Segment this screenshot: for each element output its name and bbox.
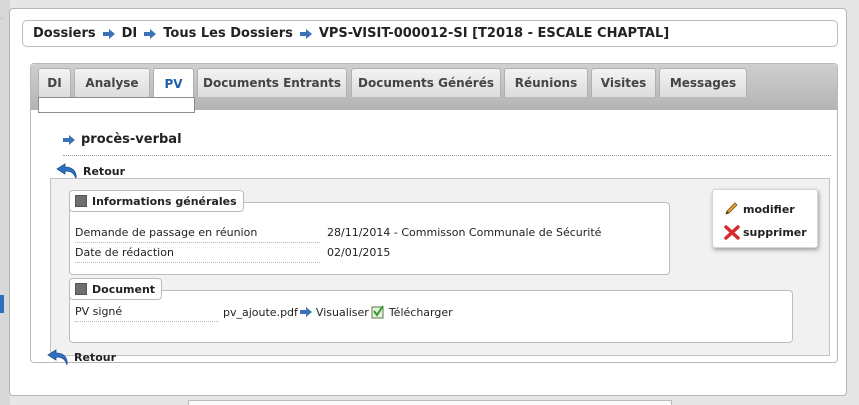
- tab-di[interactable]: DI: [38, 68, 71, 97]
- tab-analyse[interactable]: Analyse: [74, 68, 150, 97]
- dossier-dialog: Dossiers DI Tous Les Dossiers VPS-VISIT-…: [9, 8, 847, 396]
- selected-nav-indicator: [0, 295, 4, 313]
- retour-label: Retour: [83, 165, 126, 178]
- pencil-icon: [725, 202, 738, 215]
- telecharger-label: Télécharger: [388, 305, 453, 319]
- arrow-right-icon: [102, 28, 115, 39]
- download-icon: [371, 305, 384, 319]
- label-pv-signe: PV signé: [75, 305, 219, 322]
- legend-document[interactable]: Document: [69, 278, 163, 300]
- section-divider: [63, 155, 831, 156]
- value-date-redaction: 02/01/2015: [327, 246, 391, 259]
- visualiser-label: Visualiser: [315, 305, 369, 319]
- supprimer-label: supprimer: [743, 226, 807, 239]
- section-title: procès-verbal: [63, 132, 182, 147]
- tab-documents-generes[interactable]: Documents Générés: [351, 68, 501, 97]
- breadcrumb-item-di[interactable]: DI: [122, 26, 138, 41]
- tab-messages[interactable]: Messages: [659, 68, 747, 97]
- arrow-right-icon: [299, 28, 312, 39]
- arrow-right-icon: [63, 134, 75, 145]
- edge-divider: [0, 18, 4, 19]
- tab-reunions[interactable]: Réunions: [504, 68, 588, 97]
- tabs-header: DI Analyse PV Documents Entrants Documen…: [31, 64, 837, 113]
- tab-visites[interactable]: Visites: [591, 68, 656, 97]
- breadcrumb-item-current-dossier: VPS-VISIT-000012-SI [T2018 - ESCALE CHAP…: [318, 26, 670, 41]
- tabs-panel: DI Analyse PV Documents Entrants Documen…: [30, 63, 838, 363]
- collapse-toggle-icon: [75, 283, 87, 295]
- modifier-label: modifier: [743, 202, 795, 216]
- arrow-right-icon: [144, 28, 157, 39]
- legend-text: Document: [92, 282, 156, 296]
- label-date-redaction: Date de rédaction: [75, 246, 320, 263]
- document-filename: pv_ajoute.pdf: [223, 305, 298, 319]
- fieldset-document: PV signé pv_ajoute.pdf Visualiser Téléch…: [69, 290, 793, 343]
- visualiser-link[interactable]: Visualiser: [299, 305, 369, 319]
- actions-menu: modifier supprimer: [712, 189, 818, 248]
- delete-cross-icon: [724, 225, 740, 240]
- section-title-text: procès-verbal: [81, 132, 182, 147]
- tab-pv[interactable]: PV: [153, 68, 194, 98]
- arrow-right-icon: [299, 307, 312, 317]
- telecharger-link[interactable]: Télécharger: [371, 305, 453, 319]
- retour-link-bottom[interactable]: Retour: [47, 348, 116, 367]
- modifier-action[interactable]: modifier: [724, 202, 795, 216]
- collapse-toggle-icon: [75, 195, 87, 207]
- back-arrow-icon: [47, 349, 68, 366]
- breadcrumb-item-tous-les-dossiers[interactable]: Tous Les Dossiers: [163, 26, 293, 41]
- tab-documents-entrants[interactable]: Documents Entrants: [197, 68, 347, 97]
- legend-text: Informations générales: [92, 194, 237, 208]
- tab-search-input[interactable]: [38, 97, 195, 113]
- bottom-input-edge: [188, 400, 672, 405]
- breadcrumb-item-dossiers[interactable]: Dossiers: [33, 26, 96, 41]
- document-links: pv_ajoute.pdf Visualiser Télécharger: [223, 305, 453, 319]
- retour-label: Retour: [74, 351, 117, 364]
- value-demande-passage: 28/11/2014 - Commisson Communale de Sécu…: [327, 226, 602, 239]
- legend-informations-generales[interactable]: Informations générales: [69, 190, 244, 212]
- fieldset-informations-generales: Demande de passage en réunion 28/11/2014…: [69, 202, 670, 275]
- supprimer-action[interactable]: supprimer: [724, 225, 807, 240]
- breadcrumb: Dossiers DI Tous Les Dossiers VPS-VISIT-…: [22, 20, 838, 47]
- label-demande-passage: Demande de passage en réunion: [75, 226, 320, 243]
